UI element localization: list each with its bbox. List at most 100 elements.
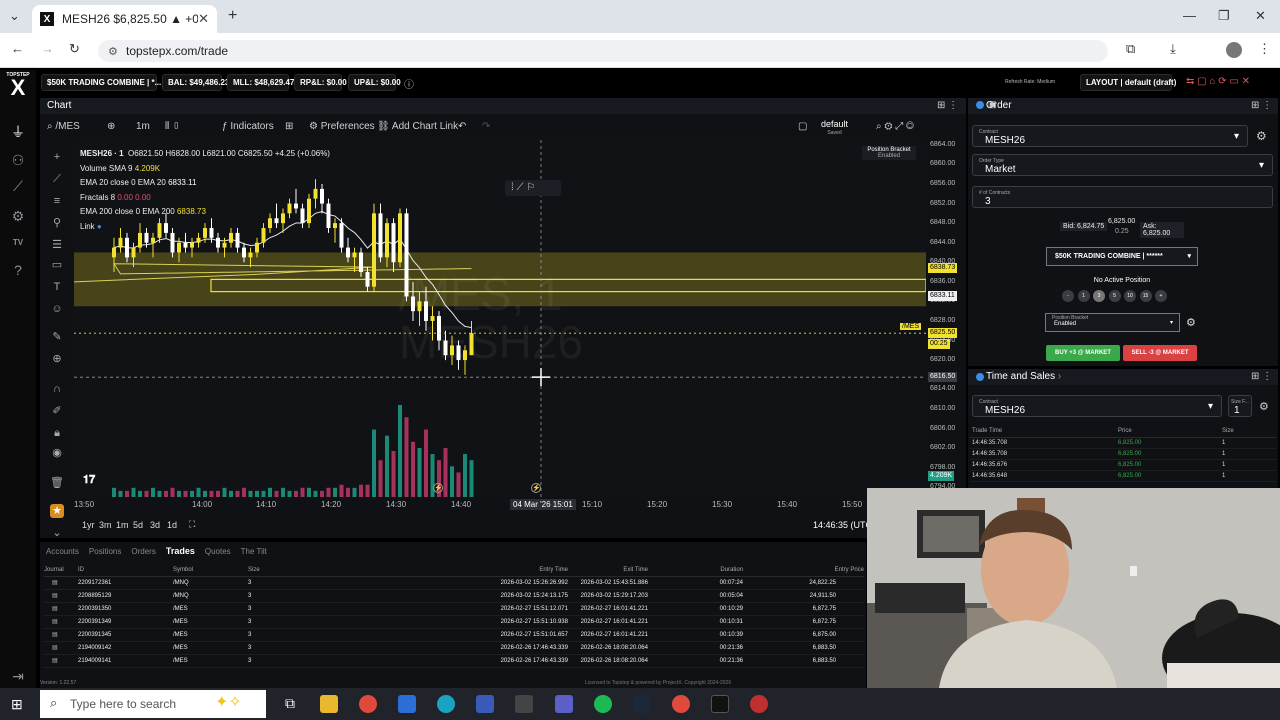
ts-window-icon[interactable]: ⊞ ⋮ (1251, 371, 1272, 382)
range-button[interactable]: 1yr (82, 520, 95, 530)
text-tool-icon[interactable]: T (50, 280, 64, 294)
visibility-icon[interactable]: ◉ (50, 446, 64, 460)
rectangle-tool-icon[interactable]: ▭ (50, 258, 64, 272)
back-icon[interactable]: ← (11, 41, 24, 56)
undo-icon[interactable]: ↶ (458, 121, 466, 132)
tradingview-icon[interactable] (711, 695, 729, 713)
account-tab[interactable]: Positions (89, 547, 121, 556)
new-tab-icon[interactable]: + (228, 7, 237, 25)
windows-start-icon[interactable]: ⊞ (11, 696, 23, 713)
magnet-tool-icon[interactable]: ∩ (50, 382, 64, 396)
trades-column-header[interactable]: Entry Price (743, 565, 864, 577)
redo-icon[interactable]: ↷ (482, 121, 490, 132)
eb-app-icon[interactable] (515, 695, 533, 713)
obs-icon[interactable] (750, 695, 768, 713)
profile-avatar[interactable] (1226, 42, 1242, 58)
order-account-select[interactable]: $50K TRADING COMBINE | ****** ▾ (1046, 247, 1198, 266)
order-settings-icon[interactable]: ⚙ (1256, 129, 1267, 143)
favorites-star-icon[interactable]: ★ (50, 504, 64, 518)
chart-type-icon[interactable]: ⫴ ▯ (165, 121, 180, 132)
ts-size-filter[interactable]: Size F... 1 (1228, 395, 1252, 417)
range-button[interactable]: 3d (150, 520, 160, 530)
time-axis[interactable]: 13:5014:0014:1014:2014:3014:4014:5015:10… (74, 498, 926, 512)
qty-preset-button[interactable]: + (1155, 290, 1167, 302)
ts-column-header[interactable]: Trade Time (972, 428, 1002, 434)
preferences-button[interactable]: ⚙ Preferences (309, 121, 375, 132)
app-icon[interactable] (476, 695, 494, 713)
link-dot-icon[interactable] (976, 101, 984, 109)
legend-link[interactable]: Link (80, 222, 95, 231)
timeframe-button[interactable]: 1m (136, 121, 150, 132)
logout-icon[interactable]: ⇥ (8, 666, 28, 686)
qty-preset-button[interactable]: 1 (1077, 290, 1090, 302)
file-explorer-icon[interactable] (320, 695, 338, 713)
task-view-icon[interactable]: ⧉ (281, 695, 299, 713)
price-axis[interactable]: 6864.00 6860.00 6856.00 6852.00 6848.00 6844.… (900, 140, 966, 497)
templates-icon[interactable]: ⊞ (285, 121, 293, 132)
trades-column-header[interactable]: Symbol (173, 565, 248, 577)
ask-price[interactable]: Ask: 6,825.00 (1140, 222, 1184, 238)
teams-icon[interactable] (555, 695, 573, 713)
journal-icon[interactable]: ▤ (44, 589, 78, 603)
ts-column-header[interactable]: Size (1222, 428, 1234, 434)
fullscreen-checkbox[interactable]: ▢ (798, 121, 807, 132)
close-tab-icon[interactable]: ✕ (198, 11, 209, 27)
add-chart-link-button[interactable]: ⛓ Add Chart Link (377, 121, 458, 132)
goto-date-icon[interactable]: ⛶ (189, 519, 195, 530)
account-tab[interactable]: Trades (166, 546, 195, 556)
journal-icon[interactable]: ▤ (44, 602, 78, 616)
account-tab[interactable]: Quotes (205, 547, 231, 556)
account-select[interactable]: $50K TRADING COMBINE | *... (41, 74, 161, 91)
journal-icon[interactable]: ▤ (44, 641, 78, 655)
expand-down-icon[interactable]: ⌄ (50, 526, 64, 540)
range-button[interactable]: 1d (167, 520, 177, 530)
extensions-icon[interactable]: ⧉ (1126, 41, 1135, 57)
chrome-icon[interactable] (359, 695, 377, 713)
event-marker-icon[interactable]: ⚡ (531, 483, 541, 493)
trades-column-header[interactable]: Duration (648, 565, 743, 577)
fib-tool-icon[interactable]: ☰ (50, 238, 64, 252)
crosshair-tool-icon[interactable]: + (50, 150, 64, 164)
close-window-icon[interactable]: ✕ (1255, 8, 1266, 24)
hline-tool-icon[interactable]: ≡ (50, 194, 64, 208)
order-window-icon[interactable]: ⊞ ⋮ (1251, 100, 1272, 111)
journal-icon[interactable]: ▤ (44, 576, 78, 590)
journal-icon[interactable]: ▤ (44, 654, 78, 668)
trendline-tool-icon[interactable]: ⟋ (50, 172, 64, 186)
spotify-icon[interactable] (594, 695, 612, 713)
account-tab[interactable]: Accounts (46, 547, 79, 556)
zoom-tool-icon[interactable]: ⊕ (50, 352, 64, 366)
trade-row[interactable]: ▤ 2209172361/MNQ 3 2026-03-02 15:26:26.992 2… (44, 576, 864, 590)
trade-row[interactable]: ▤ 2194009142/MES 3 2026-02-26 17:46:43.339 2… (44, 641, 864, 655)
chrome-profile-icon[interactable] (672, 695, 690, 713)
event-marker-icon-2[interactable]: ⚡ (433, 483, 443, 493)
ts-link-dot-icon[interactable] (976, 373, 984, 381)
indicators-button[interactable]: ƒ Indicators (222, 121, 274, 132)
store-icon[interactable] (398, 695, 416, 713)
qty-preset-button[interactable]: 10 (1124, 290, 1136, 302)
site-info-icon[interactable]: ⚙ (108, 45, 118, 58)
account-tab[interactable]: Orders (131, 547, 155, 556)
qty-preset-button[interactable]: 5 (1108, 290, 1121, 302)
floating-draw-toolbar[interactable]: ⁞ ⟋ ⚐ (505, 180, 561, 196)
restore-icon[interactable]: ❐ (1218, 8, 1230, 24)
browser-menu-icon[interactable]: ⋮ (1258, 41, 1271, 57)
contracts-input[interactable]: # of Contracts 3 (972, 186, 1273, 208)
brush-tool-icon[interactable]: ✎ (50, 330, 64, 344)
order-type-select[interactable]: Order Type Market ▾ (972, 154, 1273, 176)
position-bracket-select[interactable]: Position Bracket Enabled ▾ (1045, 313, 1180, 332)
trades-column-header[interactable]: Journal (44, 565, 78, 577)
reload-icon[interactable]: ↻ (69, 41, 80, 57)
qty-preset-button[interactable]: 15 (1139, 290, 1152, 302)
range-button[interactable]: 3m (99, 520, 112, 530)
copilot-sparkle-icon[interactable]: ✦✧ (215, 692, 242, 712)
buy-market-button[interactable]: BUY +3 @ MARKET (1046, 345, 1120, 361)
symbol-search[interactable]: ⌕ /MES (47, 121, 80, 132)
trade-row[interactable]: ▤ 2200391350/MES 3 2026-02-27 15:51:12.071 2… (44, 602, 864, 616)
trade-row[interactable]: ▤ 2200391349/MES 3 2026-02-27 15:51:10.938 2… (44, 615, 864, 629)
layout-select[interactable]: LAYOUT | default (draft) (1080, 74, 1176, 91)
info-icon[interactable]: ⓘ (404, 76, 414, 91)
ts-contract-select[interactable]: Contract MESH26 ▾ (972, 395, 1222, 417)
bracket-settings-icon[interactable]: ⚙ (1186, 316, 1196, 329)
community-nav-icon[interactable]: ⚇ (8, 150, 28, 170)
